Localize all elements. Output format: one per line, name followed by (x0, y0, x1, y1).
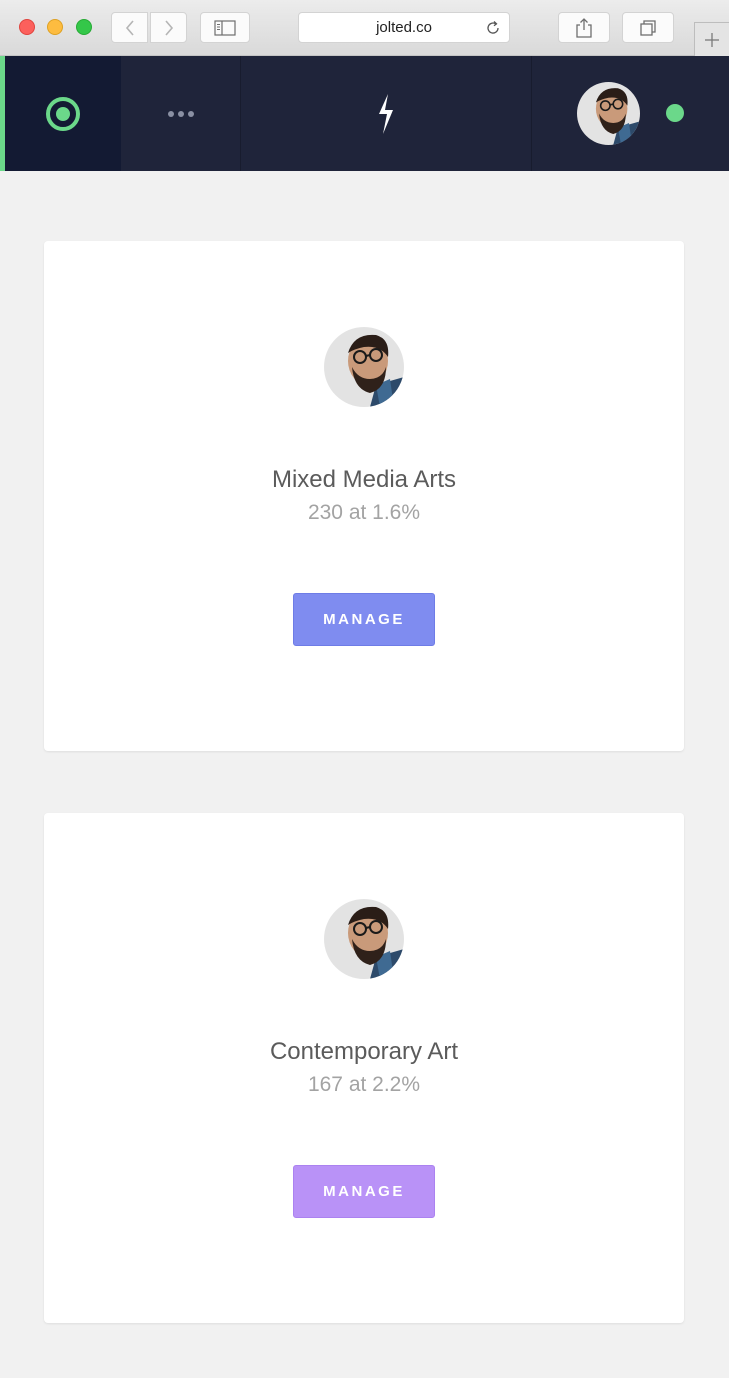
group-card: Contemporary Art 167 at 2.2% MANAGE (44, 813, 684, 1323)
card-stat: 230 at 1.6% (307, 501, 421, 524)
address-url: jolted.co (376, 19, 432, 36)
nav-home-button[interactable] (0, 56, 121, 171)
chevron-left-icon (125, 19, 134, 36)
sidebar-icon (214, 19, 236, 36)
card-avatar (324, 327, 404, 407)
card-avatar (324, 899, 404, 979)
tabs-icon (640, 19, 656, 36)
forward-button[interactable] (150, 12, 187, 43)
browser-toolbar: jolted.co (0, 0, 729, 56)
card-stat: 167 at 2.2% (307, 1073, 421, 1096)
card-title: Mixed Media Arts (271, 466, 457, 493)
chevron-right-icon (164, 19, 173, 36)
nav-logo[interactable] (241, 56, 532, 171)
bolt-logo-icon (379, 93, 393, 134)
manage-button[interactable]: MANAGE (293, 593, 435, 646)
group-card: Mixed Media Arts 230 at 1.6% MANAGE (44, 241, 684, 751)
plus-icon (705, 32, 719, 47)
avatar[interactable] (577, 82, 640, 145)
more-dots-icon (167, 110, 194, 117)
nav-user-menu[interactable] (532, 56, 729, 171)
minimize-window-button[interactable] (47, 19, 63, 35)
target-icon (46, 96, 80, 131)
sidebar-toggle-button[interactable] (200, 12, 250, 43)
main-content: Mixed Media Arts 230 at 1.6% MANAGE Cont… (0, 171, 729, 1378)
share-button[interactable] (558, 12, 610, 43)
tabs-overview-button[interactable] (622, 12, 674, 43)
close-window-button[interactable] (19, 19, 35, 35)
new-tab-button[interactable] (694, 22, 729, 56)
manage-button[interactable]: MANAGE (293, 1165, 435, 1218)
app-navbar (0, 56, 729, 171)
back-button[interactable] (111, 12, 148, 43)
share-icon (576, 17, 592, 38)
address-bar[interactable]: jolted.co (298, 12, 510, 43)
nav-more-button[interactable] (121, 56, 241, 171)
online-status-dot (666, 104, 684, 122)
card-title: Contemporary Art (269, 1038, 459, 1065)
reload-icon[interactable] (485, 20, 501, 36)
zoom-window-button[interactable] (76, 19, 92, 35)
